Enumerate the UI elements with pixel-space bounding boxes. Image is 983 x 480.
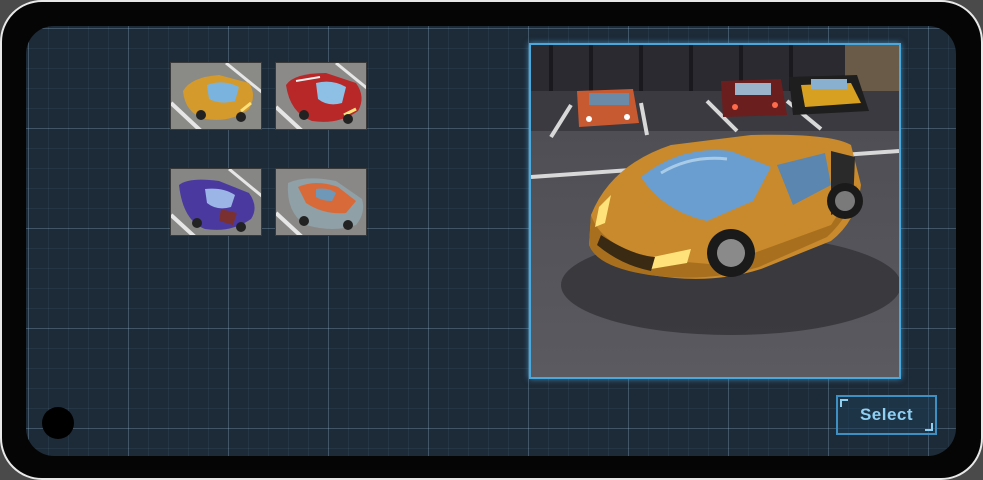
select-button-label: Select <box>859 405 914 424</box>
orange-muscle-car-icon <box>276 169 366 235</box>
select-button[interactable]: Select <box>836 395 937 435</box>
car-thumbnail-1[interactable] <box>170 62 262 130</box>
purple-car-icon <box>171 169 261 235</box>
car-thumbnail-4[interactable] <box>275 168 367 236</box>
car-thumbnail-3[interactable] <box>170 168 262 236</box>
corner-bracket-top-left <box>840 399 848 407</box>
car-thumbnail-2[interactable] <box>275 62 367 130</box>
car-preview <box>529 43 901 379</box>
corner-bracket-bottom-right <box>925 423 933 431</box>
device-frame: Select <box>0 0 983 480</box>
car-preview-render <box>531 45 899 377</box>
orange-supercar-icon <box>171 63 261 129</box>
red-sportscar-icon <box>276 63 366 129</box>
camera-cutout <box>42 407 74 439</box>
